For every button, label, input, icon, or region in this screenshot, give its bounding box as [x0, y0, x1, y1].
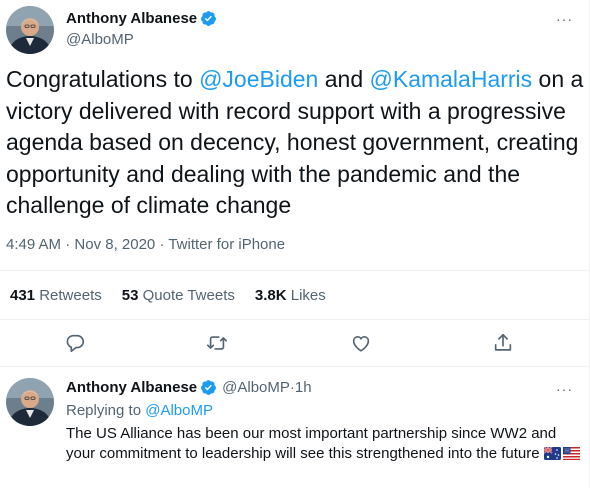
- quotes-count: 53: [121, 287, 139, 304]
- likes-label: Likes: [290, 287, 326, 304]
- retweets-label: Retweets: [39, 287, 102, 304]
- tweet-text-and: and: [318, 66, 370, 92]
- usa-flag-icon: [562, 446, 580, 460]
- quote-tweets-stat[interactable]: 53 Quote Tweets: [122, 287, 235, 304]
- avatar-image: [6, 6, 54, 54]
- reply-age-link[interactable]: 1h: [295, 379, 312, 396]
- reply-text-body: The US Alliance has been our most import…: [66, 425, 557, 462]
- tweet-time-link[interactable]: 4:49 AM: [6, 236, 61, 253]
- retweets-count: 431: [10, 287, 36, 304]
- meta-separator: ·: [61, 236, 75, 253]
- more-options-icon[interactable]: ···: [556, 11, 573, 27]
- divider: [0, 319, 589, 320]
- like-button[interactable]: [350, 332, 372, 354]
- author-handle[interactable]: @AlboMP: [66, 31, 134, 48]
- verified-badge-icon: [200, 10, 217, 27]
- main-author-name-row: Anthony Albanese: [66, 10, 217, 27]
- reply-author-display-name[interactable]: Anthony Albanese: [66, 379, 197, 396]
- meta-separator: ·: [155, 236, 169, 253]
- flag-emojis: [543, 446, 580, 460]
- mention-joebiden-link[interactable]: @JoeBiden: [199, 66, 318, 92]
- reply-avatar[interactable]: [6, 378, 54, 426]
- share-icon: [494, 333, 512, 351]
- tweet-stats: 431 Retweets 53 Quote Tweets 3.8K Likes: [10, 287, 346, 304]
- verified-badge-icon: [200, 379, 217, 396]
- replying-to-line: Replying to @AlboMP: [66, 402, 213, 419]
- share-button[interactable]: [492, 332, 514, 354]
- reply-icon: [66, 334, 85, 353]
- reply-author-handle[interactable]: @AlboMP: [222, 379, 290, 396]
- reply-tweet-text: The US Alliance has been our most import…: [66, 424, 581, 463]
- likes-count: 3.8K: [254, 287, 287, 304]
- more-options-icon[interactable]: ···: [556, 381, 573, 397]
- divider: [0, 270, 589, 271]
- avatar[interactable]: [6, 6, 54, 54]
- author-display-name[interactable]: Anthony Albanese: [66, 10, 197, 27]
- tweet-source-link[interactable]: Twitter for iPhone: [168, 236, 285, 253]
- tweet-date-link[interactable]: Nov 8, 2020: [74, 236, 155, 253]
- tweet-text: Congratulations to @JoeBiden and @Kamala…: [6, 64, 586, 222]
- reply-button[interactable]: [64, 332, 86, 354]
- mention-kamalaharris-link[interactable]: @KamalaHarris: [370, 66, 533, 92]
- tweet-timestamp-row: 4:49 AM · Nov 8, 2020 · Twitter for iPho…: [6, 236, 285, 253]
- avatar-image: [6, 378, 54, 426]
- divider: [0, 366, 589, 367]
- quotes-label: Quote Tweets: [142, 287, 235, 304]
- likes-stat[interactable]: 3.8K Likes: [255, 287, 326, 304]
- retweets-stat[interactable]: 431 Retweets: [10, 287, 102, 304]
- replying-to-handle-link[interactable]: @AlboMP: [145, 402, 213, 419]
- reply-author-row: Anthony Albanese @AlboMP · 1h: [66, 379, 312, 396]
- australia-flag-icon: [543, 446, 561, 460]
- tweet-text-prefix: Congratulations to: [6, 66, 200, 92]
- retweet-icon: [207, 336, 227, 350]
- retweet-button[interactable]: [206, 332, 228, 354]
- like-icon: [352, 336, 370, 352]
- replying-to-label: Replying to: [66, 402, 146, 419]
